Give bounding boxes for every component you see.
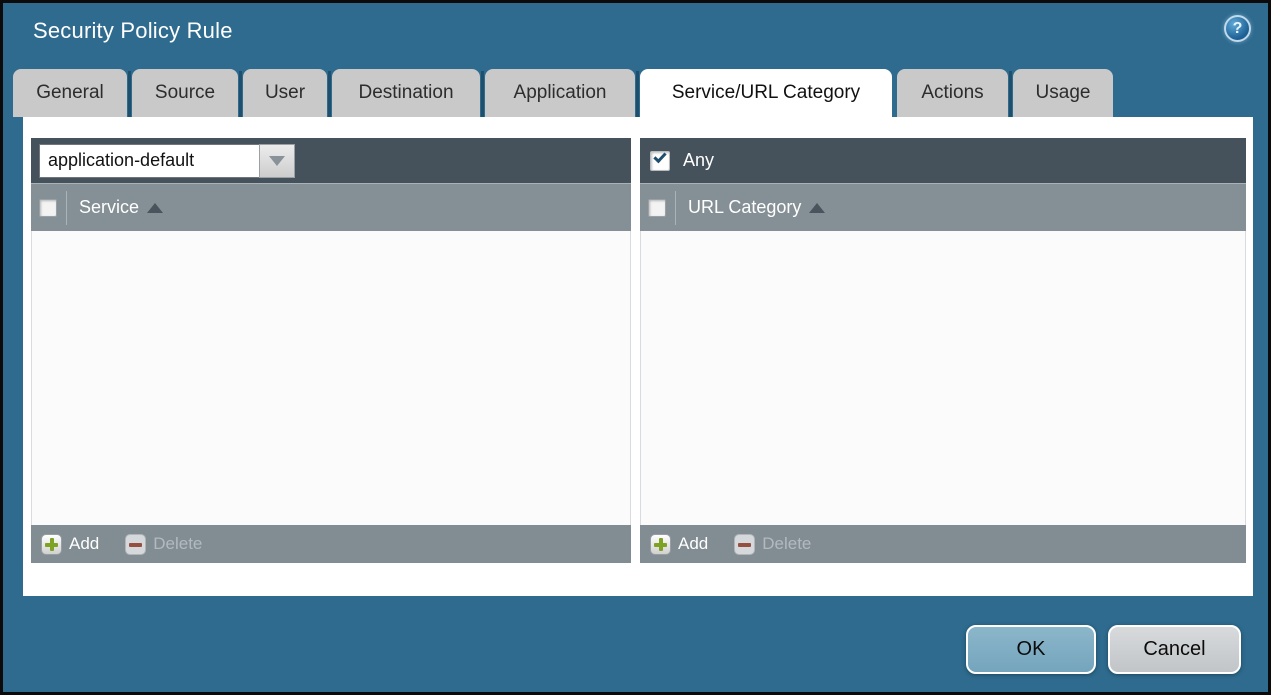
sort-ascending-icon [147,202,164,213]
url-category-delete-button[interactable]: Delete [734,533,812,555]
service-delete-button[interactable]: Delete [125,533,203,555]
add-button-label: Add [678,534,709,553]
column-divider [675,190,676,225]
cancel-button[interactable]: Cancel [1108,625,1241,674]
ok-button[interactable]: OK [966,625,1096,674]
service-panel-topbar [31,138,631,183]
any-label: Any [683,150,715,170]
tab-actions[interactable]: Actions [897,69,1008,117]
delete-icon [734,533,756,555]
add-icon [41,533,62,555]
tab-bar: General Source User Destination Applicat… [13,69,1113,117]
checkmark-icon [653,149,667,163]
url-category-list [640,231,1246,525]
service-column-header[interactable]: Service [79,197,139,218]
service-column-header-row: Service [31,183,631,231]
tab-usage[interactable]: Usage [1009,69,1113,117]
tab-source[interactable]: Source [128,69,238,117]
column-divider [66,190,67,225]
tab-general[interactable]: General [13,69,127,117]
delete-button-label: Delete [762,534,812,553]
service-type-input[interactable] [39,143,259,178]
url-category-panel-footer: Add Delete [640,525,1246,563]
url-category-panel-topbar: Any [640,138,1246,183]
service-panel: Service Add Delete [31,138,631,563]
delete-icon [125,533,147,555]
dialog-title: Security Policy Rule [33,18,233,43]
url-category-column-header-row: URL Category [640,183,1246,231]
tab-user[interactable]: User [239,69,327,117]
service-add-button[interactable]: Add [41,533,100,555]
url-category-column-header[interactable]: URL Category [688,197,801,218]
tab-content-area: Service Add Delete Any [23,117,1253,596]
help-icon[interactable]: ? [1224,15,1251,42]
delete-button-label: Delete [153,534,203,553]
url-category-panel: Any URL Category Add Delete [640,138,1246,563]
any-checkbox[interactable] [650,149,670,171]
url-category-select-all-checkbox[interactable] [648,198,666,217]
service-type-combobox [39,143,295,178]
tab-application[interactable]: Application [481,69,635,117]
tab-service-url-category[interactable]: Service/URL Category [636,69,892,117]
security-policy-rule-dialog: Security Policy Rule ? General Source Us… [0,0,1271,695]
add-icon [650,533,671,555]
sort-ascending-icon [809,202,826,213]
service-panel-footer: Add Delete [31,525,631,563]
service-list [31,231,631,525]
add-button-label: Add [69,534,100,553]
tab-destination[interactable]: Destination [328,69,480,117]
service-type-dropdown-button[interactable] [259,143,295,178]
url-category-add-button[interactable]: Add [650,533,709,555]
service-select-all-checkbox[interactable] [39,198,57,217]
chevron-down-icon [269,155,285,166]
